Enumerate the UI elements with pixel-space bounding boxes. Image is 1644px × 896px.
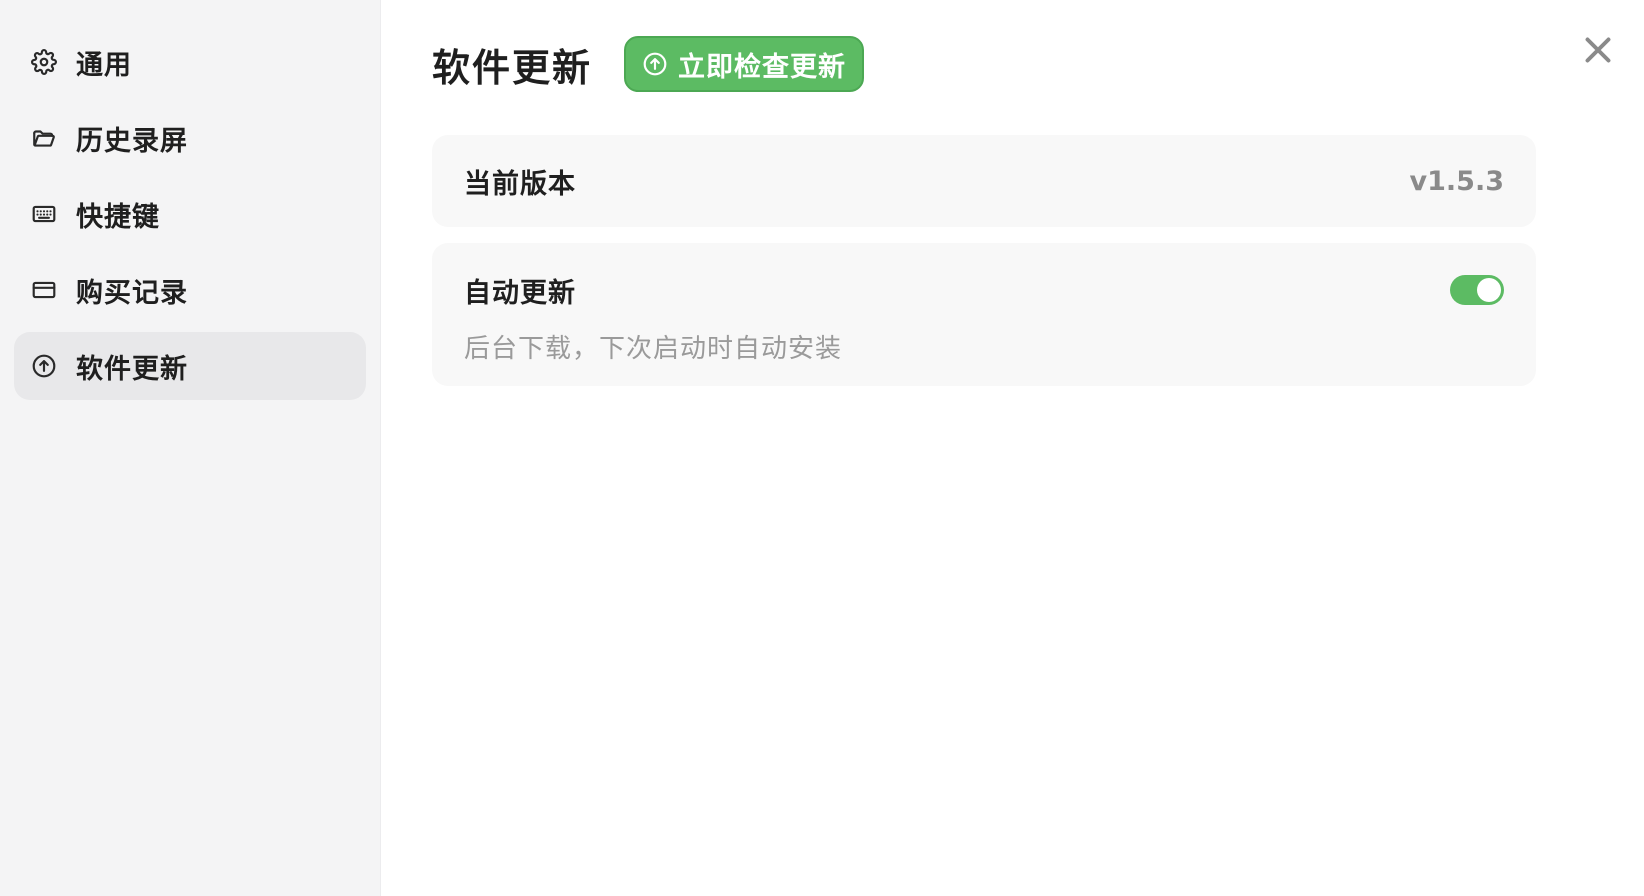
sidebar-item-shortcuts[interactable]: 快捷键 xyxy=(14,180,366,248)
settings-window: 通用 历史录屏 快捷键 购买记录 软件更新 软件更新 立即检查更新 当前版本 v… xyxy=(0,0,1644,896)
check-update-label: 立即检查更新 xyxy=(678,51,847,83)
sidebar-item-label: 历史录屏 xyxy=(76,125,188,157)
check-update-button[interactable]: 立即检查更新 xyxy=(624,36,865,92)
arrow-up-circle-icon xyxy=(30,352,58,380)
auto-update-card: 自动更新 后台下载，下次启动时自动安装 xyxy=(432,243,1536,386)
current-version-card: 当前版本 v1.5.3 xyxy=(432,135,1536,227)
folder-open-icon xyxy=(30,124,58,152)
page-header: 软件更新 立即检查更新 xyxy=(432,34,1644,94)
current-version-label: 当前版本 xyxy=(464,168,576,200)
sidebar-item-general[interactable]: 通用 xyxy=(14,28,366,96)
keyboard-icon xyxy=(30,200,58,228)
auto-update-description: 后台下载，下次启动时自动安装 xyxy=(464,334,843,364)
sidebar: 通用 历史录屏 快捷键 购买记录 软件更新 xyxy=(0,0,381,896)
main-panel: 软件更新 立即检查更新 当前版本 v1.5.3 自动更新 后台下载，下次启动时自… xyxy=(381,0,1644,896)
close-icon xyxy=(1585,37,1611,63)
auto-update-toggle[interactable] xyxy=(1450,275,1504,305)
sidebar-item-history[interactable]: 历史录屏 xyxy=(14,104,366,172)
toggle-knob xyxy=(1477,278,1501,302)
page-title: 软件更新 xyxy=(432,45,593,90)
sidebar-item-label: 快捷键 xyxy=(76,201,160,233)
sidebar-item-label: 购买记录 xyxy=(76,277,188,309)
auto-update-label: 自动更新 xyxy=(464,278,576,309)
sidebar-item-label: 软件更新 xyxy=(76,353,188,385)
gear-icon xyxy=(30,48,58,76)
current-version-value: v1.5.3 xyxy=(1409,165,1504,197)
credit-card-icon xyxy=(30,276,58,304)
sidebar-item-label: 通用 xyxy=(76,49,132,81)
sidebar-item-software-update[interactable]: 软件更新 xyxy=(14,332,366,400)
sidebar-item-purchases[interactable]: 购买记录 xyxy=(14,256,366,324)
arrow-up-circle-icon xyxy=(643,52,667,76)
close-button[interactable] xyxy=(1580,32,1616,68)
